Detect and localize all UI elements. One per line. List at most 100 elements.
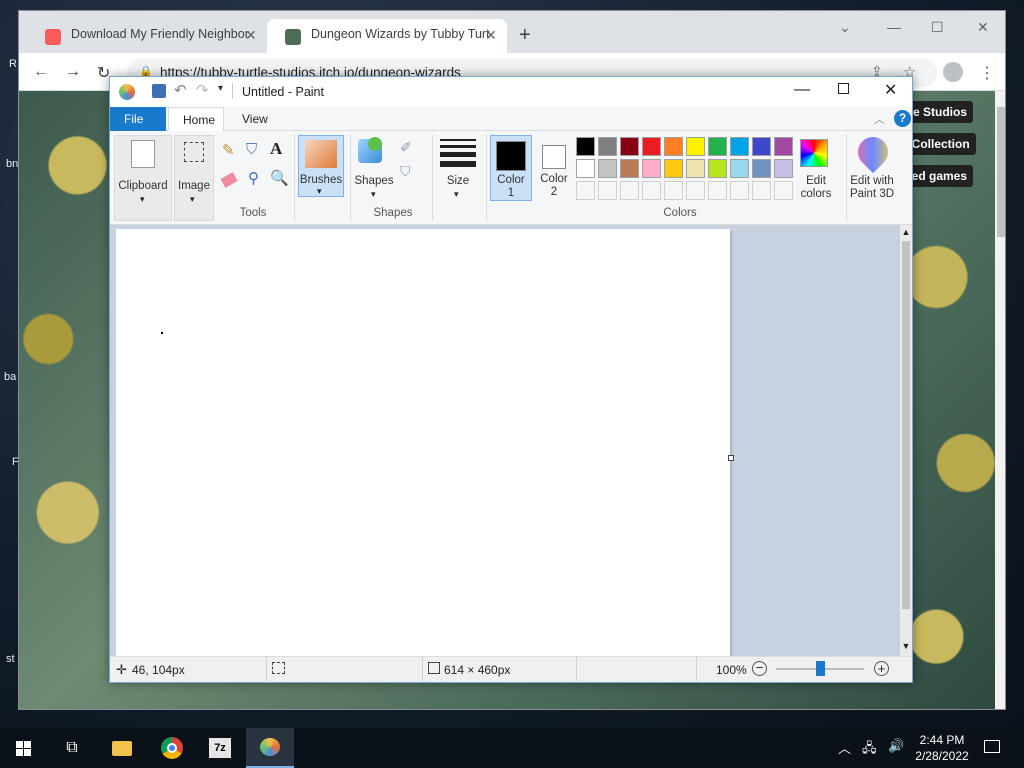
color-swatch[interactable]: [774, 137, 793, 156]
redo-icon[interactable]: ↷: [196, 81, 209, 99]
tab-view[interactable]: View: [228, 107, 282, 131]
tab-search-icon[interactable]: ⌄: [839, 19, 851, 36]
color-swatch[interactable]: [708, 159, 727, 178]
color-swatch[interactable]: [598, 159, 617, 178]
forward-icon[interactable]: →: [65, 63, 81, 81]
custom-color-swatch[interactable]: [686, 181, 705, 200]
itch-icon: [45, 29, 61, 45]
color-swatch[interactable]: [686, 159, 705, 178]
color-swatch[interactable]: [686, 137, 705, 156]
color2-button[interactable]: Color 2: [534, 135, 574, 201]
color-swatch[interactable]: [598, 137, 617, 156]
save-icon[interactable]: [152, 84, 166, 98]
profile-avatar[interactable]: [943, 62, 963, 82]
color-swatch[interactable]: [664, 137, 683, 156]
custom-color-swatch[interactable]: [598, 181, 617, 200]
paint-taskbar-icon[interactable]: [246, 728, 294, 768]
chevron-up-icon[interactable]: ︿: [838, 738, 851, 757]
edit-colors-icon[interactable]: [800, 139, 828, 167]
image-button[interactable]: Image ▾: [174, 135, 214, 221]
close-icon[interactable]: ✕: [485, 27, 497, 44]
collapse-ribbon-icon[interactable]: ︿: [874, 111, 885, 127]
paint3d-icon[interactable]: [851, 130, 895, 174]
tab-file[interactable]: File: [110, 107, 166, 131]
maximize-button[interactable]: [838, 83, 849, 94]
color-swatch[interactable]: [576, 159, 595, 178]
color-swatch[interactable]: [708, 137, 727, 156]
color-swatch[interactable]: [576, 137, 595, 156]
scrollbar-thumb[interactable]: [997, 107, 1005, 237]
custom-color-swatch[interactable]: [752, 181, 771, 200]
text-icon[interactable]: A: [270, 139, 282, 159]
clipboard-button[interactable]: Clipboard ▾: [114, 135, 172, 221]
7zip-icon[interactable]: 7z: [196, 728, 244, 768]
clock[interactable]: 2:44 PM 2/28/2022: [912, 733, 972, 763]
tab-home[interactable]: Home: [168, 107, 224, 131]
fill-icon[interactable]: ⛉: [246, 141, 257, 158]
shapes-button-label[interactable]: Shapes: [352, 175, 396, 187]
volume-icon[interactable]: 🔊: [888, 738, 904, 754]
brushes-button[interactable]: Brushes ▾: [298, 135, 344, 197]
eraser-icon[interactable]: [220, 172, 238, 188]
custom-color-swatch[interactable]: [730, 181, 749, 200]
color-swatch[interactable]: [752, 159, 771, 178]
color-swatch[interactable]: [730, 159, 749, 178]
fill-style-icon[interactable]: ⛉: [400, 163, 411, 180]
color-picker-icon[interactable]: ⚲: [248, 169, 259, 187]
back-icon[interactable]: ←: [33, 63, 49, 81]
resize-handle[interactable]: [728, 455, 734, 461]
close-button[interactable]: ✕: [977, 19, 989, 36]
new-tab-button[interactable]: +: [519, 25, 531, 45]
scrollbar-thumb[interactable]: [902, 241, 910, 609]
network-icon[interactable]: 🖧: [862, 739, 877, 761]
edit-with-paint3d-label[interactable]: Edit with Paint 3D: [846, 175, 898, 201]
color1-button[interactable]: Color 1: [490, 135, 532, 201]
minimize-button[interactable]: —: [794, 81, 810, 99]
paint-app-icon: [119, 84, 135, 100]
divider: [576, 657, 577, 681]
color-swatch[interactable]: [620, 137, 639, 156]
menu-icon[interactable]: ⋮: [979, 63, 995, 83]
custom-color-swatch[interactable]: [576, 181, 595, 200]
start-button[interactable]: [0, 728, 48, 768]
minimize-button[interactable]: —: [887, 19, 901, 35]
magnifier-icon[interactable]: 🔍: [270, 169, 289, 187]
browser-tab[interactable]: Download My Friendly Neighbor ✕: [27, 19, 265, 53]
color-swatch[interactable]: [642, 137, 661, 156]
custom-color-swatch[interactable]: [664, 181, 683, 200]
zoom-in-icon[interactable]: +: [874, 661, 889, 676]
browser-tab-active[interactable]: Dungeon Wizards by Tubby Turt ✕: [267, 19, 507, 53]
undo-icon[interactable]: ↶: [174, 81, 187, 99]
size-label[interactable]: Size: [436, 175, 480, 187]
close-button[interactable]: ✕: [884, 80, 897, 100]
zoom-slider-thumb[interactable]: [816, 661, 825, 676]
outline-icon[interactable]: ✐: [400, 139, 412, 156]
color-swatch[interactable]: [642, 159, 661, 178]
file-explorer-icon[interactable]: [98, 728, 146, 768]
close-icon[interactable]: ✕: [245, 27, 257, 44]
custom-color-swatch[interactable]: [774, 181, 793, 200]
chevron-up-icon[interactable]: ▲: [900, 227, 912, 237]
chrome-icon[interactable]: [148, 728, 196, 768]
edit-colors-label[interactable]: Edit colors: [792, 175, 840, 201]
color-swatch[interactable]: [664, 159, 683, 178]
custom-color-swatch[interactable]: [642, 181, 661, 200]
color-swatch[interactable]: [752, 137, 771, 156]
zoom-out-icon[interactable]: −: [752, 661, 767, 676]
custom-color-swatch[interactable]: [620, 181, 639, 200]
notifications-icon[interactable]: [984, 740, 1000, 753]
color-swatch[interactable]: [730, 137, 749, 156]
chevron-down-icon[interactable]: ▼: [900, 641, 912, 651]
custom-color-swatch[interactable]: [708, 181, 727, 200]
canvas-scrollbar[interactable]: ▲ ▼: [900, 225, 912, 656]
help-icon[interactable]: ?: [894, 110, 911, 127]
color-swatch[interactable]: [620, 159, 639, 178]
image-label: Image: [178, 180, 210, 192]
quick-access-dropdown-icon[interactable]: ▾: [218, 83, 223, 94]
pencil-icon[interactable]: ✎: [222, 141, 235, 159]
size-icon[interactable]: [440, 139, 476, 167]
maximize-button[interactable]: ☐: [931, 19, 944, 36]
drawing-canvas[interactable]: [116, 229, 730, 657]
color-swatch[interactable]: [774, 159, 793, 178]
task-view-icon[interactable]: ⧉: [48, 728, 96, 768]
